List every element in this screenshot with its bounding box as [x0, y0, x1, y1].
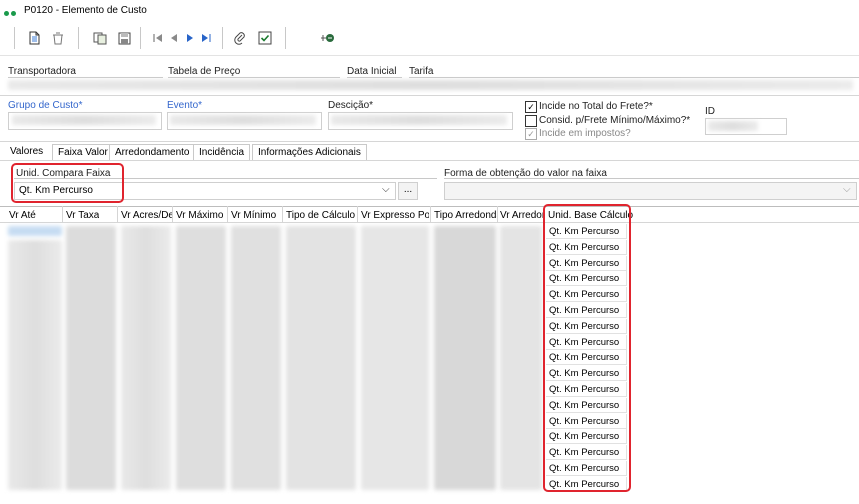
trash-icon[interactable]	[48, 28, 68, 48]
col-tipo-calculo-values	[286, 226, 356, 490]
toolbar-separator	[14, 27, 15, 49]
col-vr-maximo-values	[176, 226, 226, 490]
tabela-underline	[168, 77, 340, 78]
col-separator	[430, 206, 431, 222]
last-record-icon[interactable]	[196, 28, 216, 48]
tabs-top-divider	[0, 141, 859, 142]
data-inicial-underline	[347, 77, 402, 78]
col-separator	[357, 206, 358, 222]
id-value	[708, 121, 758, 131]
tarifa-label: Tarifa	[409, 66, 434, 77]
col-vr-ate-values	[8, 240, 62, 490]
incide-impostos-checkbox: ✓	[525, 128, 537, 140]
chevron-down-icon: ⌵	[843, 184, 851, 195]
confirm-icon[interactable]	[255, 28, 275, 48]
new-doc-icon[interactable]	[24, 28, 44, 48]
descricao-label: Descição*	[328, 100, 374, 111]
col-vr-taxa-values	[66, 226, 116, 490]
col-separator	[62, 206, 63, 222]
toolbar-separator	[285, 27, 286, 49]
transportadora-underline	[8, 77, 163, 78]
col-separator	[227, 206, 228, 222]
evento-value	[170, 115, 316, 125]
tab-arredondamento[interactable]: Arredondamento	[109, 144, 196, 160]
col-separator	[497, 206, 498, 222]
consid-frete-checkbox[interactable]	[525, 115, 537, 127]
forma-obtencao-underline	[444, 178, 859, 179]
descricao-value	[331, 115, 507, 125]
tabs-bottom-divider	[0, 160, 859, 161]
col-vr-expresso-values	[361, 226, 429, 490]
toolbar-separator	[78, 27, 79, 49]
tab-incidencia[interactable]: Incidência	[193, 144, 251, 160]
grupo-custo-value	[12, 115, 156, 125]
grid-header-divider	[0, 222, 859, 223]
header-divider	[0, 95, 859, 96]
toolbar-separator	[222, 27, 223, 49]
incide-total-checkbox[interactable]: ✓	[525, 101, 537, 113]
tabela-preco-label: Tabela de Preço	[168, 66, 241, 77]
transportadora-label: Transportadora	[8, 66, 76, 77]
browse-button[interactable]: ...	[398, 182, 418, 200]
col-separator	[282, 206, 283, 222]
status-dots-icon	[4, 8, 18, 19]
col-vr-acres-values	[121, 226, 171, 490]
forma-obtencao-select: ⌵	[444, 182, 857, 200]
id-label: ID	[705, 106, 715, 117]
tab-informacoes-adicionais[interactable]: Informações Adicionais	[252, 144, 367, 160]
tab-valores[interactable]: Valores	[5, 144, 49, 160]
tarifa-underline	[409, 77, 859, 78]
tool-icon[interactable]	[318, 28, 338, 48]
col-separator	[172, 206, 173, 222]
col-vr-minimo-values	[231, 226, 281, 490]
grupo-custo-label: Grupo de Custo*	[8, 100, 83, 111]
highlight-unid-base	[543, 204, 631, 492]
data-inicial-label: Data Inicial	[347, 66, 397, 77]
title-bar: P0120 - Elemento de Custo	[0, 0, 859, 22]
copy-icon[interactable]	[90, 28, 110, 48]
highlight-unid-compara	[11, 163, 124, 203]
window-title: P0120 - Elemento de Custo	[24, 5, 147, 16]
col-separator	[117, 206, 118, 222]
transportadora-value	[8, 80, 853, 90]
tab-faixa-valor[interactable]: Faixa Valor	[52, 144, 114, 160]
evento-label: Evento*	[167, 100, 203, 111]
save-icon[interactable]	[114, 28, 134, 48]
col-vr-arredon-values	[500, 226, 542, 490]
selected-row-value	[8, 226, 62, 236]
chevron-down-icon: ⌵	[382, 184, 390, 195]
attach-icon[interactable]	[230, 28, 250, 48]
toolbar-separator	[140, 27, 141, 49]
incide-total-label: Incide no Total do Frete?*	[539, 101, 653, 112]
col-tipo-arredonda-values	[434, 226, 496, 490]
toolbar	[0, 22, 859, 56]
consid-frete-label: Consid. p/Frete Mínimo/Máximo?*	[539, 115, 691, 126]
incide-impostos-label: Incide em impostos?	[539, 128, 631, 139]
